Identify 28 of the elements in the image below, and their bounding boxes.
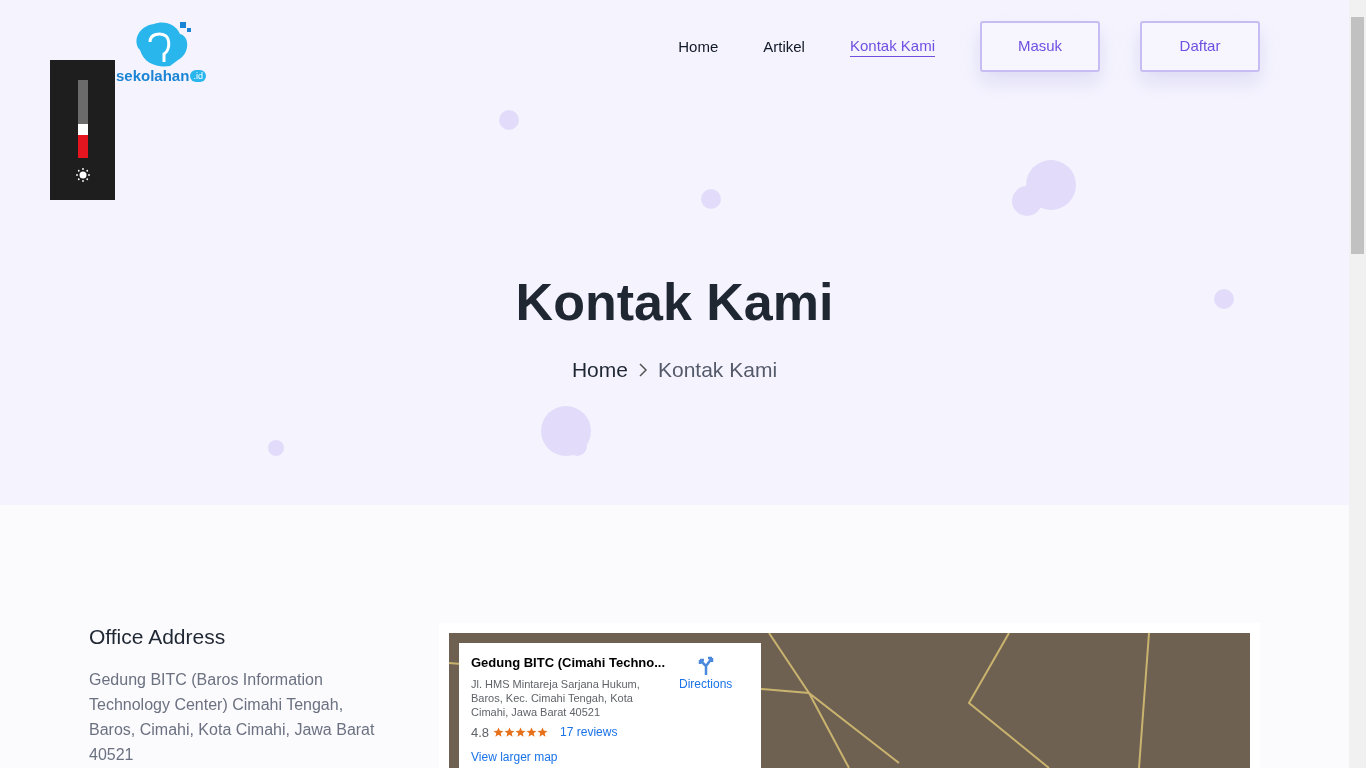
nav-link[interactable]: Home [678, 36, 719, 57]
nav-button[interactable]: Daftar [1140, 21, 1260, 72]
breadcrumb-current: Kontak Kami [658, 357, 778, 383]
larger-map-link[interactable]: View larger map [471, 748, 671, 766]
nav-link[interactable]: Kontak Kami [849, 36, 935, 57]
star-icon [504, 726, 516, 738]
office-address: Gedung BITC (Baros Information Technology Center) Cimahi Tengah, Baros, Cimahi, Kota Cimahi, Jawa Barat 40521 [89, 670, 376, 765]
nav-link[interactable]: Artikel [763, 36, 805, 57]
star-icon [537, 726, 549, 738]
logo-wordmark: sekolahan [116, 68, 190, 83]
breadcrumb-link[interactable]: Home [571, 354, 628, 386]
directions-link[interactable]: Directions [679, 675, 733, 693]
place-address: Jl. HMS Mintareja Sarjana Hukum, Baros, Kec. Cimahi Tengah, Kota Cimahi, Jawa Barat 40521 [471, 676, 641, 719]
rating-value: 4.8 [471, 723, 490, 742]
nav-button[interactable]: Masuk [980, 21, 1100, 72]
brightness-slider[interactable] [77, 80, 88, 158]
logo-suffix: .id [190, 69, 206, 82]
scrollbar[interactable] [1349, 0, 1366, 768]
reviews-link[interactable]: 17 reviews [560, 723, 618, 742]
star-icon [493, 726, 505, 738]
star-icon [515, 726, 527, 738]
section-heading: Office Address [89, 624, 227, 650]
sun-icon [75, 168, 90, 182]
page-title: Kontak Kami [515, 272, 834, 333]
place-title: Gedung BITC (Cimahi Techno... [471, 654, 667, 672]
star-icon [526, 726, 538, 738]
chevron-right-icon [638, 362, 648, 377]
satellite-map[interactable]: Gedung BITC (Cimahi Techno... Jl. HMS Mintareja Sarjana Hukum, Baros, Kec. Cimahi Tengah, Kota Cimahi, Jawa Barat 40521 4.8 17 reviews View larger map Directions [449, 633, 1250, 768]
